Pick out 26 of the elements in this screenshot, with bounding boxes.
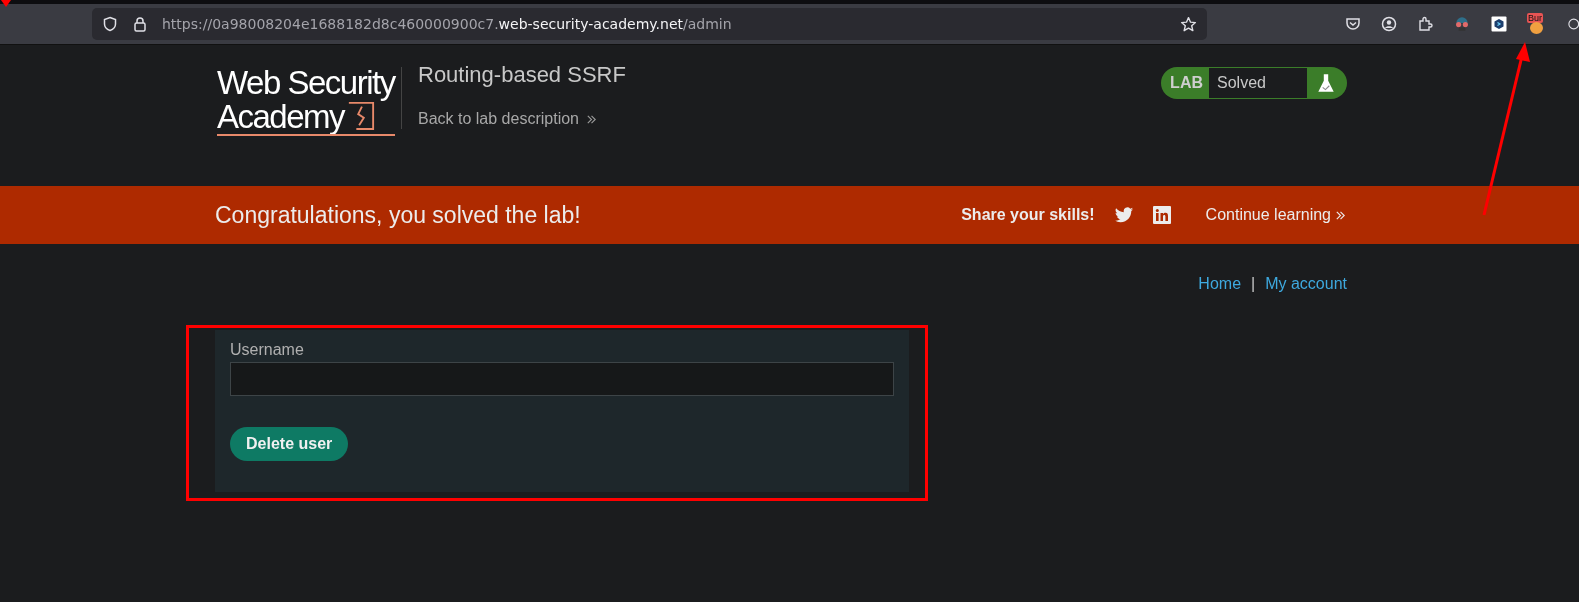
account-icon[interactable] xyxy=(1381,16,1397,32)
shield-icon[interactable] xyxy=(102,16,118,32)
address-bar[interactable]: https://0a98008204e1688182d8c460000900c7.web-security-academy.net/admin xyxy=(92,8,1207,40)
nav-link[interactable]: Home xyxy=(1198,275,1242,293)
annotation-arrow-tip xyxy=(0,0,12,8)
linkedin-icon[interactable] xyxy=(1152,206,1171,224)
logo[interactable]: Web Security Academy xyxy=(215,60,395,136)
continue-learning-link[interactable]: Continue learning xyxy=(1205,206,1347,224)
star-icon[interactable] xyxy=(1180,15,1197,33)
puzzle-icon[interactable] xyxy=(1417,16,1433,32)
url-text[interactable]: https://0a98008204e1688182d8c460000900c7.web-security-academy.net/admin xyxy=(162,16,732,32)
lock-icon[interactable] xyxy=(132,16,148,32)
lab-status-badge: LAB Solved xyxy=(1161,67,1347,99)
success-message: Congratulations, you solved the lab! xyxy=(215,201,581,229)
delete-user-button[interactable]: Delete user xyxy=(230,427,349,461)
nav-link[interactable]: My account xyxy=(1265,275,1347,293)
lab-title: Routing-based SSRF xyxy=(418,62,626,88)
chat-icon[interactable] xyxy=(1491,16,1507,32)
nav-separator: | xyxy=(1251,275,1256,293)
field-label: Username xyxy=(230,341,304,359)
back-link[interactable]: Back to lab description xyxy=(418,110,626,128)
pocket-icon[interactable] xyxy=(1345,16,1361,32)
share-text: Share your skills! xyxy=(961,206,1095,224)
username-field[interactable] xyxy=(230,362,894,396)
goggles-icon[interactable] xyxy=(1453,15,1471,33)
bird-icon[interactable] xyxy=(1113,206,1134,224)
